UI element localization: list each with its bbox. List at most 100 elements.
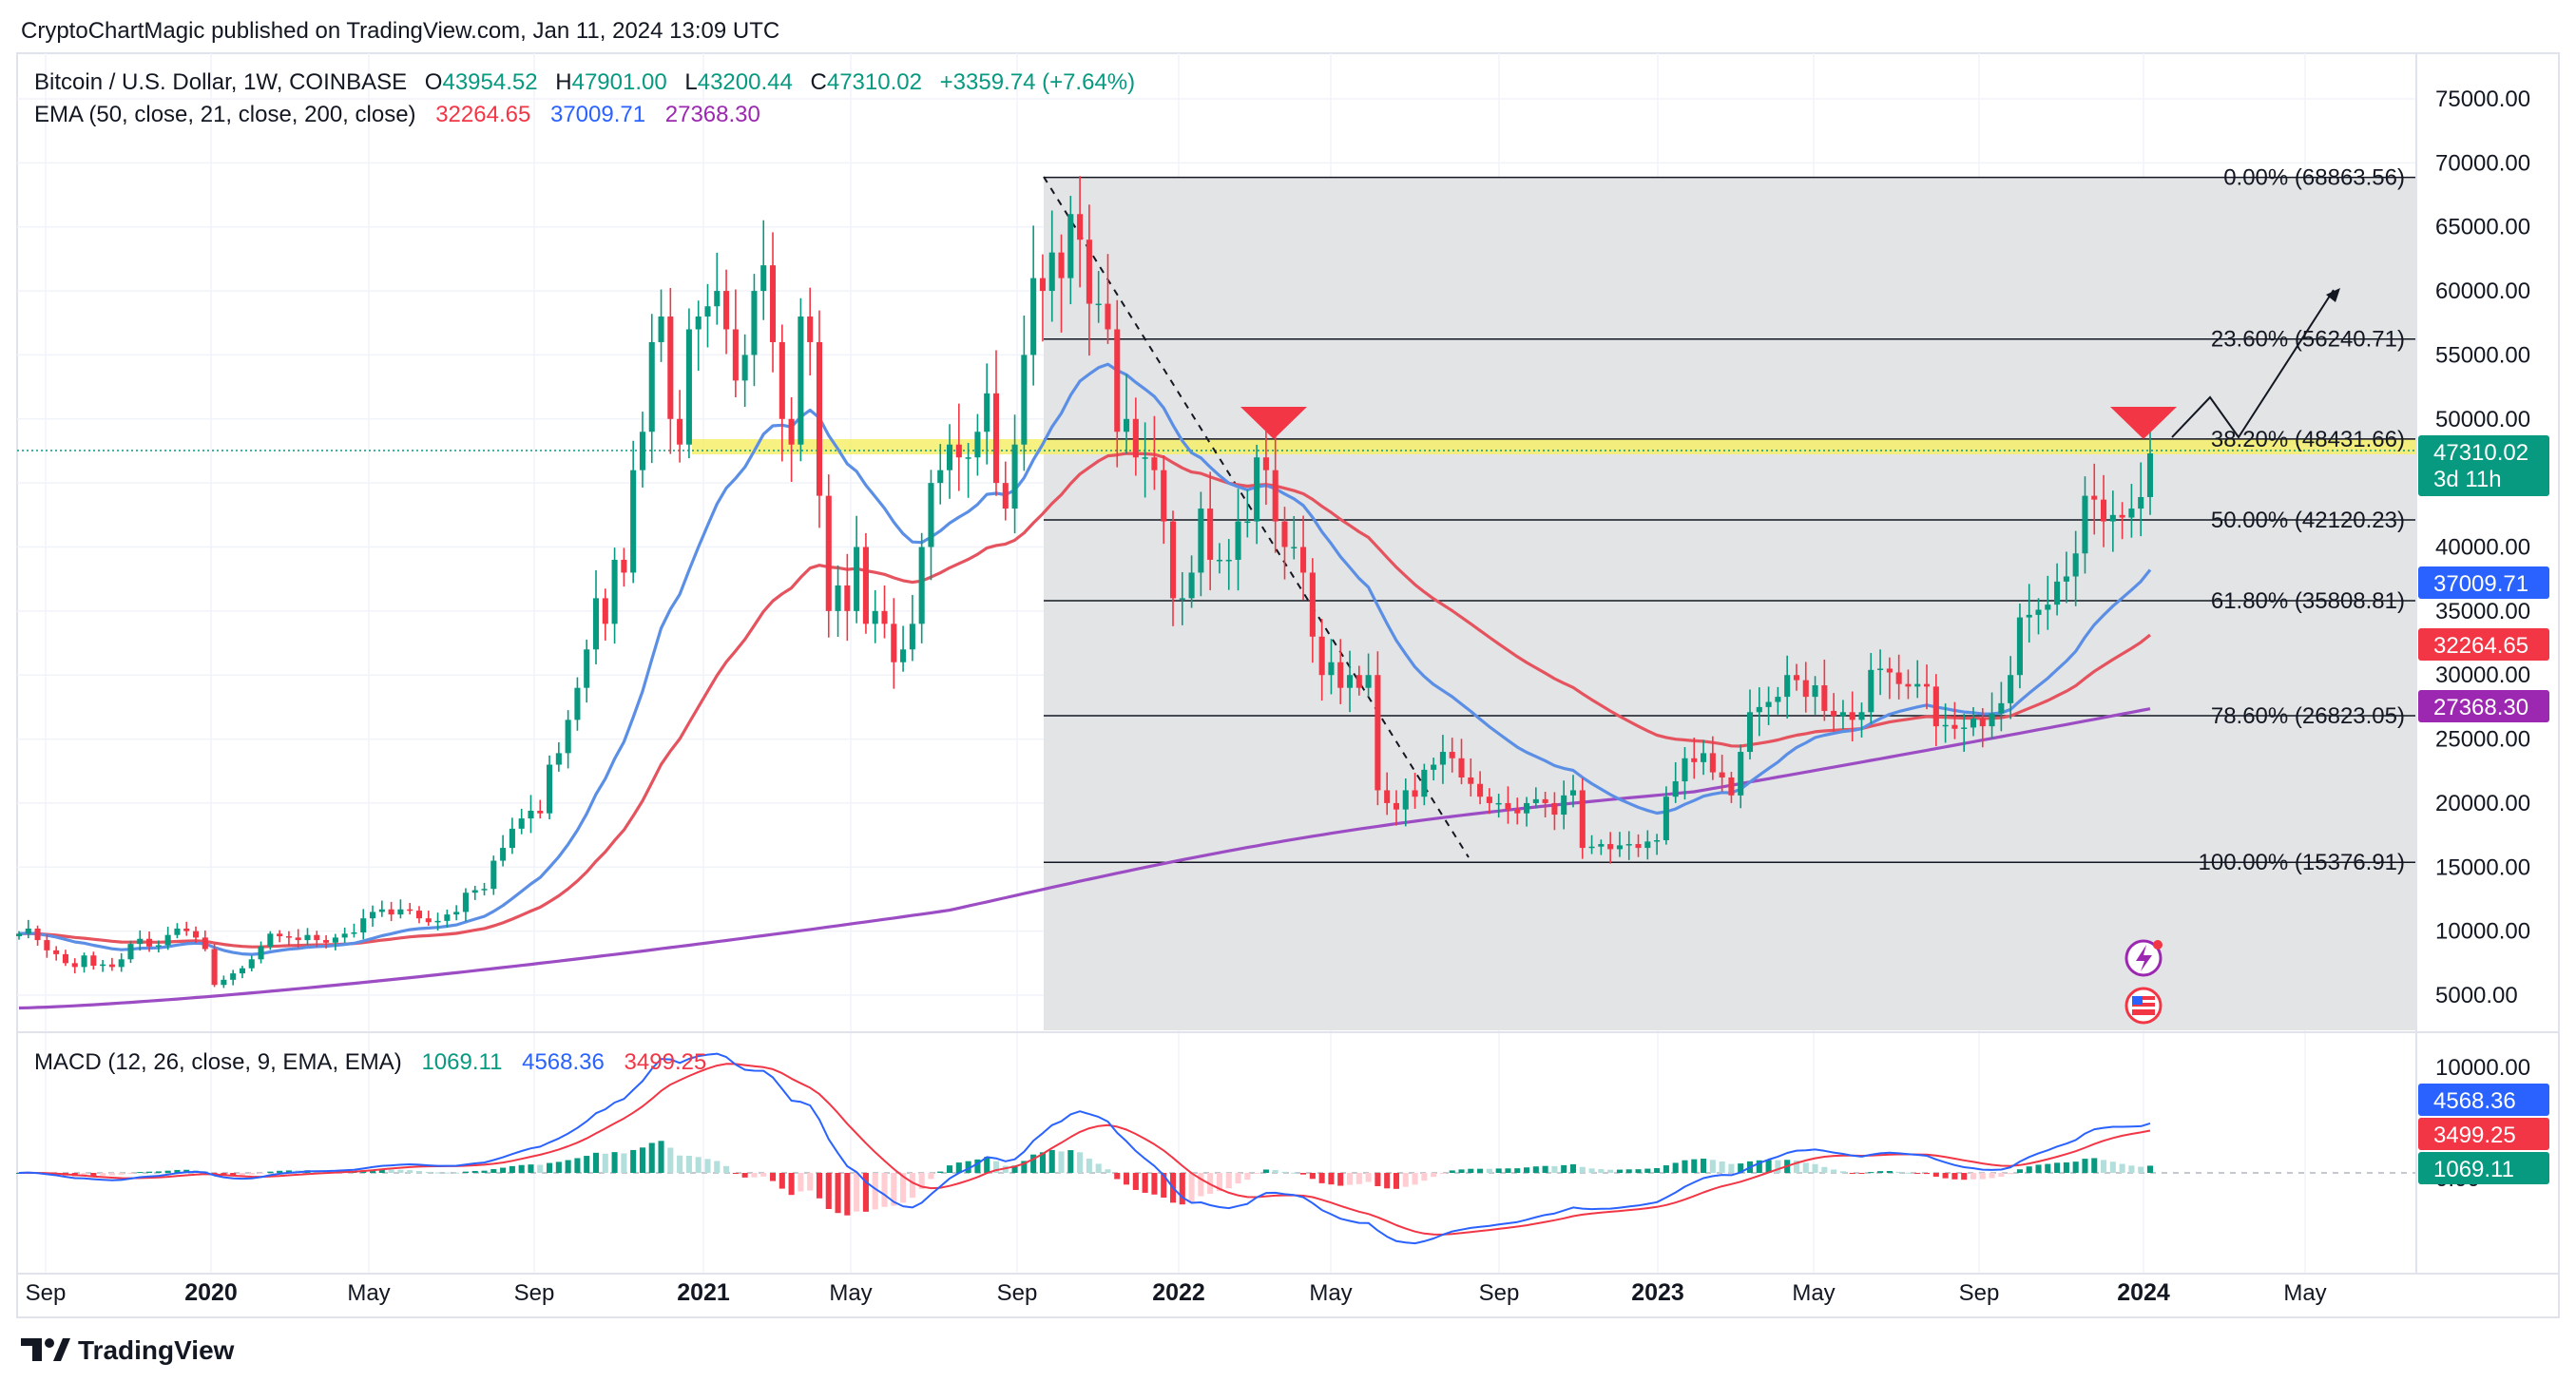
macd-histogram-bar (685, 1155, 692, 1173)
candle-body (2138, 496, 2144, 509)
candle-body (1281, 521, 1288, 547)
macd-histogram-bar (1244, 1173, 1251, 1180)
macd-histogram-bar (2072, 1161, 2079, 1173)
time-tick-label: Sep (997, 1280, 1038, 1306)
macd-histogram-bar (258, 1173, 264, 1174)
macd-histogram-bar (1569, 1163, 1577, 1173)
candle-body (1235, 521, 1241, 560)
macd-histogram-bar (164, 1170, 171, 1173)
candle-body (2063, 576, 2069, 582)
candle-body (965, 457, 971, 459)
candle-body (1105, 303, 1111, 330)
candle-body (1477, 783, 1484, 797)
candle-body (221, 979, 227, 986)
price-tick-label: 50000.00 (2435, 407, 2530, 432)
macd-histogram-bar (1775, 1160, 1781, 1173)
candle-body (230, 973, 237, 980)
fib-level-label: 61.80% (35808.81) (2211, 588, 2405, 614)
macd-histogram-bar (1635, 1169, 1642, 1173)
candle-body (202, 937, 208, 950)
candle-body (1663, 797, 1669, 840)
macd-histogram-bar (471, 1170, 478, 1173)
fib-level-label: 38.20% (48431.66) (2211, 427, 2405, 452)
candle-body (741, 355, 748, 381)
candle-body (974, 432, 981, 458)
candle-body (71, 963, 78, 968)
macd-histogram-bar (518, 1164, 525, 1173)
change-value: +3359.74 (+7.64%) (940, 69, 1136, 95)
candle-body (81, 955, 87, 968)
candle-body (388, 909, 394, 915)
macd-histogram-bar (1421, 1173, 1428, 1181)
macd-histogram-bar (825, 1173, 832, 1210)
candle-body (1561, 795, 1567, 816)
time-tick-label: May (1309, 1280, 1352, 1306)
price-tick-label: 70000.00 (2435, 150, 2530, 176)
candle-body (788, 418, 795, 445)
macd-histogram-bar (611, 1152, 618, 1173)
candle-body (611, 559, 618, 624)
macd-histogram-bar (397, 1169, 404, 1173)
candle-body (1598, 844, 1605, 847)
ohlc-c-value: 47310.02 (827, 69, 922, 95)
candle-body (2128, 509, 2135, 518)
candle-body (1895, 672, 1902, 684)
candle-body (1375, 675, 1381, 791)
macd-histogram-bar (1095, 1163, 1102, 1173)
candle-body (1355, 675, 1362, 688)
candle-body (332, 937, 338, 943)
candle-body (732, 329, 739, 381)
fib-level-label: 50.00% (42120.23) (2211, 508, 2405, 533)
macd-histogram-bar (1607, 1169, 1614, 1173)
candle-body (127, 944, 134, 960)
candle-body (1318, 636, 1325, 676)
macd-histogram-bar (1198, 1173, 1204, 1197)
macd-histogram-bar (1616, 1169, 1623, 1173)
macd-histogram-bar (1719, 1161, 1725, 1173)
candle-body (323, 940, 330, 943)
candle-body (723, 291, 730, 330)
candle-body (2082, 495, 2088, 554)
candle-body (2109, 514, 2116, 522)
macd-histogram-bar (1328, 1173, 1335, 1185)
ema21-value: 37009.71 (550, 102, 645, 127)
candle-body (1701, 753, 1707, 762)
candle-body (1048, 252, 1055, 292)
candle-body (537, 811, 544, 814)
tradingview-logo[interactable]: TradingView (21, 1335, 235, 1365)
time-axis[interactable]: Sep 2020 May Sep 2021 May Sep 2022 May Sep 2023 May… (26, 1279, 2327, 1306)
flag-canton (2132, 996, 2143, 1005)
macd-histogram-bar (1291, 1172, 1298, 1174)
candle-body (1077, 214, 1084, 240)
candle-body (509, 828, 515, 849)
candle-body (1691, 758, 1698, 762)
macd-histogram-bar (1114, 1173, 1121, 1180)
candle-body (137, 938, 144, 945)
price-tick-label: 25000.00 (2435, 727, 2530, 753)
time-tick-label: 2020 (184, 1279, 238, 1306)
macd-histogram-bar (2045, 1163, 2051, 1173)
candle-body (1849, 712, 1855, 720)
macd-histogram-bar (1923, 1173, 1931, 1175)
macd-histogram-bar (584, 1156, 590, 1173)
macd-histogram-bar (1058, 1151, 1065, 1173)
candle-body (862, 547, 869, 624)
candle-body (918, 547, 925, 624)
macd-histogram-bar (1151, 1173, 1158, 1195)
macd-histogram-bar (1821, 1166, 1828, 1173)
macd-histogram-bar (639, 1147, 645, 1173)
macd-histogram-bar (1542, 1165, 1548, 1173)
candle-body (453, 912, 460, 915)
macd-histogram-bar (1561, 1164, 1567, 1173)
macd-histogram-bar (1728, 1163, 1735, 1173)
candle-body (1393, 802, 1400, 810)
macd-histogram-bar (1579, 1166, 1586, 1173)
candle-body (258, 946, 264, 960)
macd-histogram-bar (807, 1173, 814, 1191)
candle-body (1058, 252, 1065, 278)
time-tick-label: 2022 (1152, 1279, 1205, 1306)
candle-body (1030, 278, 1037, 355)
candle-body (1877, 668, 1884, 670)
candle-body (1272, 470, 1278, 522)
macd-histogram-bar (1449, 1170, 1455, 1173)
